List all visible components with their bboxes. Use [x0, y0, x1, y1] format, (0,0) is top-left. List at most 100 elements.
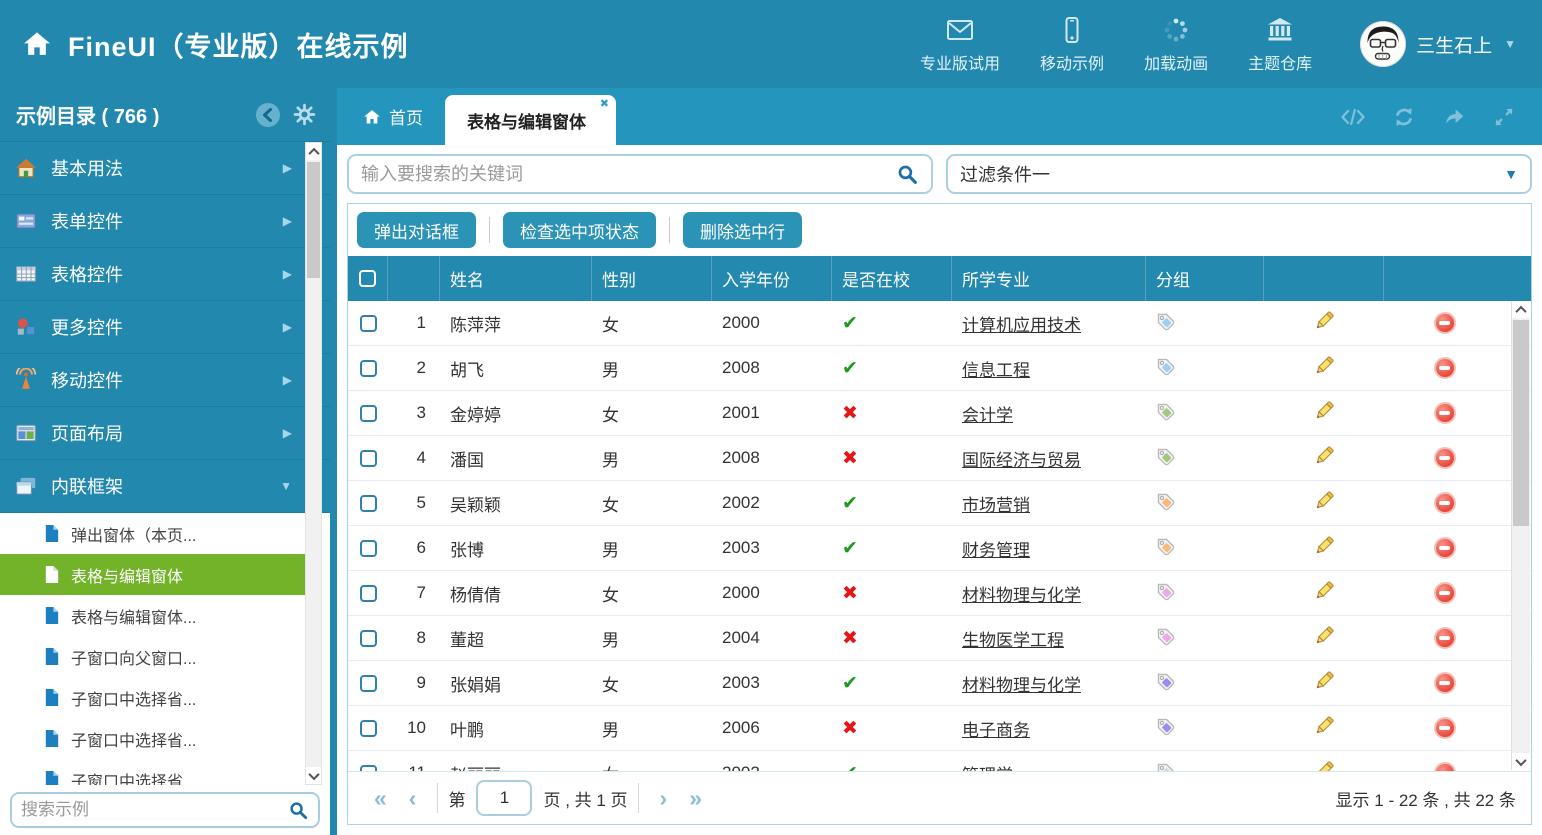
row-checkbox[interactable]	[360, 720, 377, 737]
edit-icon[interactable]	[1312, 354, 1336, 378]
search-icon[interactable]	[896, 163, 919, 186]
check-selected-button[interactable]: 检查选中项状态	[503, 212, 656, 248]
sidebar-submenu-item[interactable]: 表格与编辑窗体...	[0, 595, 305, 636]
cell-major-link[interactable]: 材料物理与化学	[962, 586, 1081, 605]
scroll-down-icon[interactable]	[306, 767, 321, 784]
header-nav-phone[interactable]: 移动示例	[1040, 15, 1104, 74]
sidebar-submenu-item[interactable]: 子窗口中选择省	[0, 759, 305, 785]
tag-icon[interactable]	[1152, 308, 1177, 333]
sidebar-submenu-item[interactable]: 子窗口向父窗口...	[0, 636, 305, 677]
sidebar-menu-item[interactable]: 移动控件 ▶	[0, 354, 330, 407]
delete-icon[interactable]	[1434, 357, 1456, 379]
share-icon[interactable]	[1442, 105, 1466, 129]
edit-icon[interactable]	[1312, 444, 1336, 468]
tab-home[interactable]: 首页	[349, 88, 437, 145]
collapse-sidebar-icon[interactable]	[255, 102, 281, 128]
row-checkbox[interactable]	[360, 675, 377, 692]
edit-icon[interactable]	[1312, 759, 1336, 772]
cell-major-link[interactable]: 电子商务	[962, 721, 1030, 740]
pager-first-button[interactable]: «	[374, 787, 387, 810]
pager-prev-button[interactable]: ‹	[409, 787, 417, 810]
edit-icon[interactable]	[1312, 309, 1336, 333]
delete-icon[interactable]	[1434, 717, 1456, 739]
row-checkbox[interactable]	[360, 630, 377, 647]
header-nav-spinner[interactable]: 加载动画	[1144, 15, 1208, 74]
sidebar-scrollbar[interactable]	[305, 142, 322, 785]
close-icon[interactable]: ✖	[600, 97, 609, 110]
scrollbar-thumb[interactable]	[307, 162, 320, 278]
sidebar-submenu-item[interactable]: 子窗口中选择省...	[0, 718, 305, 759]
tag-icon[interactable]	[1152, 623, 1177, 648]
sidebar-menu-item[interactable]: 内联框架 ▼	[0, 460, 330, 513]
fullscreen-icon[interactable]	[1492, 105, 1516, 129]
delete-selected-button[interactable]: 删除选中行	[683, 212, 802, 248]
refresh-icon[interactable]	[1392, 105, 1416, 129]
row-checkbox[interactable]	[360, 450, 377, 467]
scroll-down-icon[interactable]	[1512, 753, 1530, 770]
tag-icon[interactable]	[1152, 758, 1177, 771]
sidebar-submenu-item[interactable]: 弹出窗体（本页...	[0, 513, 305, 554]
sidebar-menu-item[interactable]: 页面布局 ▶	[0, 407, 330, 460]
cell-major-link[interactable]: 计算机应用技术	[962, 316, 1081, 335]
edit-icon[interactable]	[1312, 714, 1336, 738]
sidebar-menu-item[interactable]: 更多控件 ▶	[0, 301, 330, 354]
delete-icon[interactable]	[1434, 582, 1456, 604]
header-nav-envelope[interactable]: 专业版试用	[920, 15, 1000, 74]
brand[interactable]: FineUI（专业版）在线示例	[0, 25, 409, 64]
delete-icon[interactable]	[1434, 447, 1456, 469]
cell-major-link[interactable]: 会计学	[962, 406, 1013, 425]
sidebar-submenu-item[interactable]: 子窗口中选择省...	[0, 677, 305, 718]
source-code-icon[interactable]	[1340, 106, 1366, 128]
cell-major-link[interactable]: 生物医学工程	[962, 631, 1064, 650]
cell-major-link[interactable]: 材料物理与化学	[962, 676, 1081, 695]
page-number-input[interactable]	[476, 780, 532, 816]
row-checkbox[interactable]	[360, 405, 377, 422]
sidebar-search-input[interactable]	[21, 800, 288, 820]
filter-select[interactable]: 过滤条件一 ▼	[946, 154, 1532, 194]
row-checkbox[interactable]	[360, 585, 377, 602]
scroll-up-icon[interactable]	[1512, 301, 1530, 318]
edit-icon[interactable]	[1312, 399, 1336, 423]
tag-icon[interactable]	[1152, 443, 1177, 468]
row-checkbox[interactable]	[360, 360, 377, 377]
scrollbar-thumb[interactable]	[1513, 320, 1529, 526]
pager-last-button[interactable]: »	[689, 787, 702, 810]
edit-icon[interactable]	[1312, 669, 1336, 693]
row-checkbox[interactable]	[360, 315, 377, 332]
select-all-checkbox[interactable]	[359, 270, 376, 287]
delete-icon[interactable]	[1434, 537, 1456, 559]
edit-icon[interactable]	[1312, 624, 1336, 648]
pager-next-button[interactable]: ›	[660, 787, 668, 810]
gear-icon[interactable]	[293, 103, 316, 126]
tag-icon[interactable]	[1152, 533, 1177, 558]
delete-icon[interactable]	[1434, 762, 1456, 771]
table-scrollbar[interactable]	[1511, 301, 1530, 770]
tag-icon[interactable]	[1152, 578, 1177, 603]
delete-icon[interactable]	[1434, 312, 1456, 334]
sidebar-menu-item[interactable]: 基本用法 ▶	[0, 142, 330, 195]
delete-icon[interactable]	[1434, 492, 1456, 514]
header-nav-bank[interactable]: 主题仓库	[1248, 15, 1312, 74]
row-checkbox[interactable]	[360, 540, 377, 557]
sidebar-submenu-item[interactable]: 表格与编辑窗体	[0, 554, 305, 595]
cell-major-link[interactable]: 市场营销	[962, 496, 1030, 515]
edit-icon[interactable]	[1312, 489, 1336, 513]
search-icon[interactable]	[288, 800, 309, 821]
cell-major-link[interactable]: 信息工程	[962, 361, 1030, 380]
sidebar-menu-item[interactable]: 表格控件 ▶	[0, 248, 330, 301]
tag-icon[interactable]	[1152, 488, 1177, 513]
keyword-search-input[interactable]	[361, 164, 896, 185]
sidebar-menu-item[interactable]: 表单控件 ▶	[0, 195, 330, 248]
delete-icon[interactable]	[1434, 672, 1456, 694]
cell-major-link[interactable]: 财务管理	[962, 541, 1030, 560]
row-checkbox[interactable]	[360, 495, 377, 512]
delete-icon[interactable]	[1434, 402, 1456, 424]
tab-active[interactable]: 表格与编辑窗体 ✖	[445, 95, 616, 145]
tag-icon[interactable]	[1152, 668, 1177, 693]
open-dialog-button[interactable]: 弹出对话框	[357, 212, 476, 248]
scroll-up-icon[interactable]	[306, 143, 321, 160]
edit-icon[interactable]	[1312, 579, 1336, 603]
tag-icon[interactable]	[1152, 398, 1177, 423]
tag-icon[interactable]	[1152, 713, 1177, 738]
edit-icon[interactable]	[1312, 534, 1336, 558]
